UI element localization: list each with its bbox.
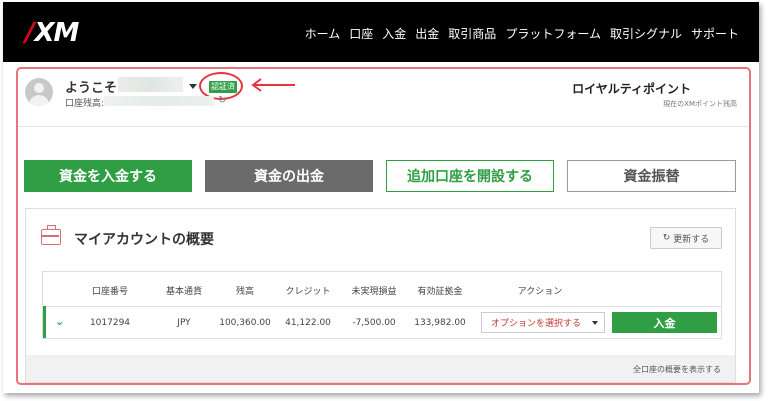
row-deposit-button[interactable]: 入金 [612, 312, 717, 333]
table-row[interactable]: ⌄ 1017294 JPY 100,360.00 41,122.00 -7,50… [43, 306, 721, 338]
account-overview-panel: マイアカウントの概要 ↻ 更新する 口座番号 基本通貨 残高 クレジット 未実現… [25, 208, 736, 383]
user-name-redacted [118, 77, 183, 92]
transfer-funds-button[interactable]: 資金振替 [567, 160, 736, 192]
view-all-accounts-link[interactable]: 全口座の概要を表示する [633, 364, 721, 375]
open-additional-account-button[interactable]: 追加口座を開設する [386, 160, 554, 192]
main-nav: ホーム 口座 入金 出金 取引商品 プラットフォーム 取引シグナル サポート [305, 25, 739, 42]
nav-item-platform[interactable]: プラットフォーム [505, 25, 601, 42]
annotation-arrow-icon [251, 78, 295, 92]
col-account-number: 口座番号 [91, 287, 128, 297]
options-select[interactable]: オプションを選択する [481, 312, 605, 333]
divider [18, 126, 749, 127]
options-select-label: オプションを選択する [491, 319, 582, 329]
xm-logo[interactable]: /XM [25, 18, 80, 48]
welcome-text: ようこそ [65, 81, 118, 96]
deposit-funds-button[interactable]: 資金を入金する [24, 160, 192, 192]
refresh-button[interactable]: ↻ 更新する [650, 227, 722, 249]
briefcase-icon [41, 225, 61, 245]
dropdown-caret-icon [592, 321, 598, 325]
page-frame: /XM ホーム 口座 入金 出金 取引商品 プラットフォーム 取引シグナル サポ… [3, 2, 759, 393]
col-equity: 有効証拠金 [417, 287, 463, 297]
nav-item-products[interactable]: 取引商品 [448, 25, 496, 42]
balance-label: 口座残高: [65, 99, 105, 109]
nav-item-home[interactable]: ホーム [305, 25, 341, 42]
loyalty-title[interactable]: ロイヤルティポイント [572, 80, 691, 97]
avatar [25, 78, 53, 106]
nav-item-support[interactable]: サポート [691, 25, 739, 42]
logo-slash-icon: / [25, 18, 34, 48]
withdraw-funds-button[interactable]: 資金の出金 [205, 160, 373, 192]
panel-title: マイアカウントの概要 [74, 232, 214, 248]
cell-equity: 133,982.00 [414, 318, 466, 328]
avatar-body [29, 95, 49, 106]
avatar-head [34, 83, 44, 93]
user-menu-chevron-down-icon[interactable] [189, 84, 197, 89]
refresh-button-label: 更新する [673, 234, 710, 245]
nav-item-withdraw[interactable]: 出金 [415, 25, 439, 42]
top-navbar: /XM ホーム 口座 入金 出金 取引商品 プラットフォーム 取引シグナル サポ… [3, 2, 759, 62]
expand-chevron-down-icon[interactable]: ⌄ [55, 315, 64, 328]
accounts-table: 口座番号 基本通貨 残高 クレジット 未実現損益 有効証拠金 アクション ⌄ 1… [42, 271, 722, 339]
loyalty-subtitle: 現在のXMポイント残高 [663, 100, 737, 108]
nav-item-signals[interactable]: 取引シグナル [610, 25, 682, 42]
balance-value-redacted [104, 96, 214, 106]
nav-item-deposit[interactable]: 入金 [382, 25, 406, 42]
logo-text: XM [34, 18, 80, 48]
panel-footer: 全口座の概要を表示する [26, 355, 735, 382]
refresh-icon: ↻ [662, 233, 671, 243]
balance-refresh-icon[interactable]: ↻ [218, 95, 226, 106]
table-header: 口座番号 基本通貨 残高 クレジット 未実現損益 有効証拠金 アクション [43, 272, 721, 307]
col-action: アクション [517, 287, 563, 297]
nav-item-account[interactable]: 口座 [349, 25, 373, 42]
cell-account-number: 1017294 [89, 318, 131, 328]
